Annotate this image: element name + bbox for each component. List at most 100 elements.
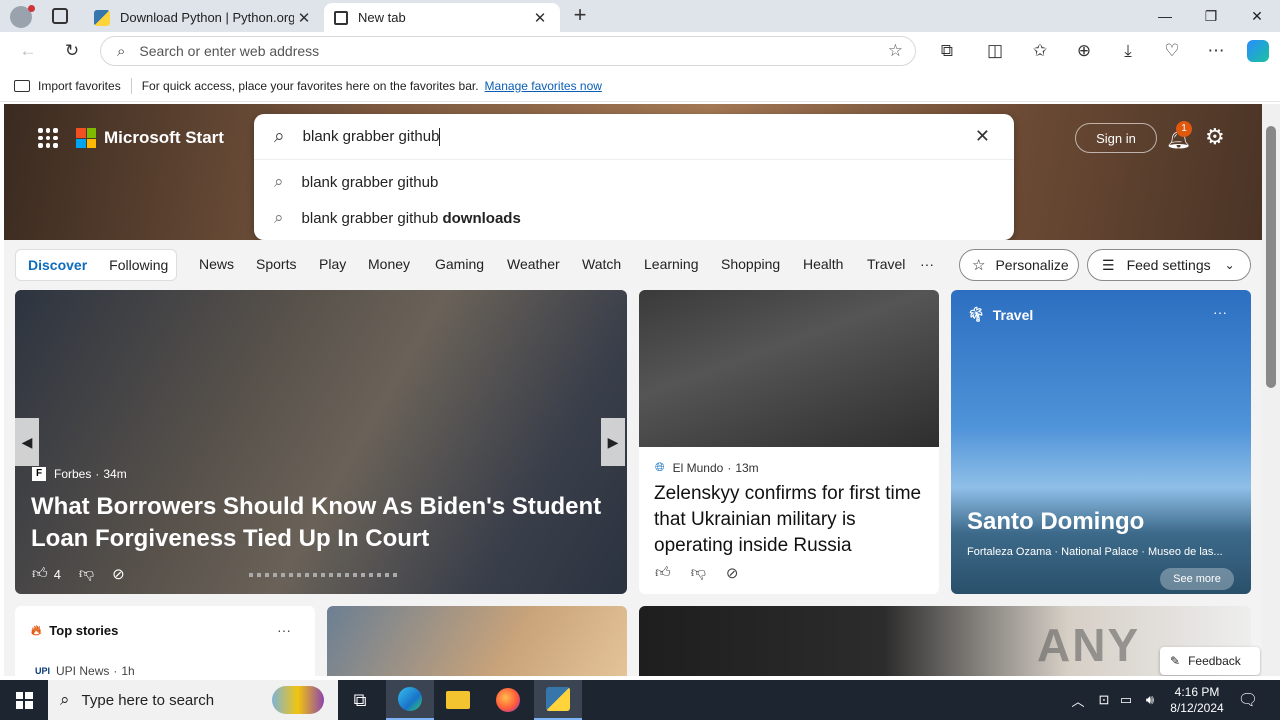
taskbar-search[interactable]: ⌕ Type here to search (48, 680, 338, 720)
search-icon: ⌕ (274, 125, 285, 147)
nav-shopping[interactable]: Shopping (721, 256, 780, 272)
top-stories-heading: Top stories (49, 623, 119, 638)
browser-essentials-icon[interactable]: ♡ (1157, 36, 1187, 66)
nav-travel[interactable]: Travel (867, 256, 905, 272)
more-menu-icon[interactable]: ⋯ (1201, 36, 1231, 66)
nav-weather[interactable]: Weather (507, 256, 560, 272)
card-meta: UPI UPI News · 1h (35, 664, 135, 676)
dislike-icon[interactable]: 👎︎ (691, 564, 706, 582)
globe-icon: 🌐︎ (655, 460, 665, 474)
nav-health[interactable]: Health (803, 256, 843, 272)
tab-new-tab[interactable]: New tab ✕ (324, 3, 560, 32)
hero-background: Microsoft Start ⌕ blank grabber github ✕… (4, 104, 1262, 240)
back-icon[interactable]: ← (13, 36, 43, 66)
like-icon[interactable]: 👍︎ (32, 565, 48, 583)
tab-following[interactable]: Following (109, 257, 168, 273)
personalize-button[interactable]: ☆ Personalize (959, 249, 1079, 281)
favorites-icon[interactable]: ✩ (1025, 36, 1055, 66)
new-tab-button[interactable]: + (568, 3, 592, 27)
like-count: 4 (53, 566, 61, 582)
like-icon[interactable]: 👍︎ (655, 564, 671, 582)
network-status-icon[interactable]: ⊡ (1094, 680, 1114, 720)
nav-gaming[interactable]: Gaming (435, 256, 484, 272)
hide-story-icon[interactable]: ⊘ (726, 564, 739, 582)
microsoft-start-logo[interactable]: Microsoft Start (76, 128, 224, 148)
split-screen-icon[interactable]: ◫ (980, 36, 1010, 66)
refresh-icon[interactable]: ↻ (57, 36, 87, 66)
nav-learning[interactable]: Learning (644, 256, 699, 272)
clear-search-icon[interactable]: ✕ (975, 126, 990, 147)
logo-text: Microsoft Start (104, 128, 224, 147)
restore-button[interactable]: ❐ (1188, 0, 1234, 32)
travel-card[interactable]: 🌴︎ Travel ··· Santo Domingo Fortaleza Oz… (951, 290, 1251, 594)
suggestion-item[interactable]: ⌕ blank grabber github downloads (254, 200, 1014, 236)
collections-icon[interactable]: ⊕ (1069, 36, 1099, 66)
file-explorer-icon[interactable] (434, 680, 482, 720)
volume-icon[interactable]: 🔊︎ (1140, 680, 1160, 720)
import-favorites-button[interactable]: Import favorites (38, 79, 121, 93)
search-input-row[interactable]: ⌕ blank grabber github ✕ (254, 114, 1014, 160)
carousel-dots[interactable] (249, 573, 399, 577)
nav-sports[interactable]: Sports (256, 256, 296, 272)
news-card[interactable]: 🌐︎ El Mundo · 13m Zelenskyy confirms for… (639, 290, 939, 594)
carousel-prev-button[interactable]: ◀ (15, 418, 39, 466)
carousel-next-button[interactable]: ▶ (601, 418, 625, 466)
discover-following-toggle[interactable]: Discover Following (15, 249, 177, 281)
address-bar[interactable]: ⌕ Search or enter web address ☆ (100, 36, 916, 66)
hide-story-icon[interactable]: ⊘ (112, 565, 125, 583)
extensions-icon[interactable]: ⧉ (932, 36, 962, 66)
see-more-button[interactable]: See more (1160, 568, 1234, 590)
copilot-icon[interactable] (1243, 36, 1273, 66)
favorite-star-icon[interactable]: ☆ (888, 41, 903, 61)
tab-discover[interactable]: Discover (28, 257, 87, 273)
favorites-message: For quick access, place your favorites h… (141, 78, 479, 93)
task-view-icon[interactable]: ⧉ (336, 680, 384, 720)
firefox-icon[interactable] (484, 680, 532, 720)
forbes-logo-icon: F (32, 467, 46, 481)
article-title[interactable]: What Borrowers Should Know As Biden's St… (31, 491, 611, 555)
news-image-card[interactable] (327, 606, 627, 676)
main-news-card[interactable]: F Forbes · 34m What Borrowers Should Kno… (15, 290, 627, 594)
edge-taskbar-icon[interactable] (386, 680, 434, 720)
search-input[interactable]: blank grabber github (303, 128, 440, 145)
downloads-icon[interactable]: ⤓ (1113, 36, 1143, 66)
tab-actions-icon[interactable] (52, 8, 68, 24)
manage-favorites-link[interactable]: Manage favorites now (485, 79, 602, 93)
feed-settings-button[interactable]: ☰ Feed settings ⌄ (1087, 249, 1251, 281)
nav-more-icon[interactable]: ··· (920, 256, 934, 272)
close-tab-icon[interactable]: ✕ (294, 9, 314, 27)
travel-title[interactable]: Santo Domingo (967, 508, 1144, 536)
search-icon: ⌕ (274, 208, 284, 227)
dislike-icon[interactable]: 👎︎ (79, 565, 94, 583)
more-options-icon[interactable]: ··· (277, 622, 291, 638)
show-hidden-icons[interactable]: ︿ (1068, 680, 1088, 720)
nav-news[interactable]: News (199, 256, 234, 272)
notifications-icon[interactable]: 🗨︎ (1236, 680, 1260, 720)
article-age: 34m (103, 467, 127, 481)
display-icon[interactable]: ▭ (1116, 680, 1136, 720)
close-tab-icon[interactable]: ✕ (530, 9, 550, 27)
feedback-button[interactable]: ✎ Feedback (1160, 647, 1260, 675)
scrollbar-thumb[interactable] (1266, 126, 1276, 388)
clock[interactable]: 4:16 PM 8/12/2024 (1164, 680, 1230, 720)
apps-grid-icon[interactable] (38, 128, 58, 148)
favorites-separator (130, 77, 132, 94)
vertical-scrollbar[interactable] (1262, 104, 1280, 676)
nav-play[interactable]: Play (319, 256, 346, 272)
sign-in-button[interactable]: Sign in (1075, 123, 1157, 153)
nav-watch[interactable]: Watch (582, 256, 621, 272)
settings-gear-icon[interactable]: ⚙ (1205, 124, 1225, 150)
search-icon: ⌕ (274, 172, 284, 191)
search-box[interactable]: ⌕ blank grabber github ✕ ⌕ blank grabber… (254, 114, 1014, 240)
close-window-button[interactable]: ✕ (1234, 0, 1280, 32)
new-tab-page: Microsoft Start ⌕ blank grabber github ✕… (4, 104, 1262, 676)
nav-money[interactable]: Money (368, 256, 410, 272)
windows-start-icon[interactable] (0, 680, 48, 720)
python-installer-icon[interactable] (534, 680, 582, 720)
suggestion-text: blank grabber github (301, 209, 443, 227)
suggestion-item[interactable]: ⌕ blank grabber github (254, 164, 1014, 200)
minimize-button[interactable]: — (1142, 0, 1188, 32)
tab-python[interactable]: Download Python | Python.org ✕ (84, 3, 324, 32)
article-title[interactable]: Zelenskyy confirms for first time that U… (654, 481, 926, 559)
more-options-icon[interactable]: ··· (1213, 304, 1227, 320)
